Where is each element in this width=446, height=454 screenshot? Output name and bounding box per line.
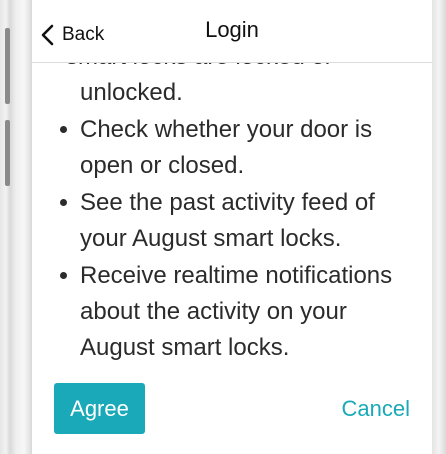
list-item-text: See the past activity feed of <box>80 189 375 216</box>
bullet <box>60 126 67 133</box>
list-item-text: unlocked. <box>80 79 183 106</box>
bullet <box>60 272 67 279</box>
list-item-text: about the activity on your <box>80 298 347 325</box>
list-item-text: open or closed. <box>80 152 245 179</box>
device-frame-right <box>432 0 446 454</box>
cancel-button[interactable]: Cancel <box>342 396 410 422</box>
navigation-bar: Back Login <box>32 0 432 63</box>
page-title: Login <box>205 17 259 42</box>
screen: Back Login smart locks are locked or unl… <box>32 0 432 454</box>
agree-button[interactable]: Agree <box>54 383 145 434</box>
list-item-text: your August smart locks. <box>80 225 342 252</box>
device-frame-left <box>0 0 32 454</box>
list-item-text: Check whether your door is <box>80 116 373 143</box>
device-side-button <box>5 120 10 186</box>
list-item-text: August smart locks. <box>80 334 290 361</box>
device-side-button <box>5 28 10 104</box>
app-screen: Back Login smart locks are locked or unl… <box>0 0 446 454</box>
list-item-text: Receive realtime notifications <box>80 262 393 289</box>
bullet <box>60 199 67 206</box>
